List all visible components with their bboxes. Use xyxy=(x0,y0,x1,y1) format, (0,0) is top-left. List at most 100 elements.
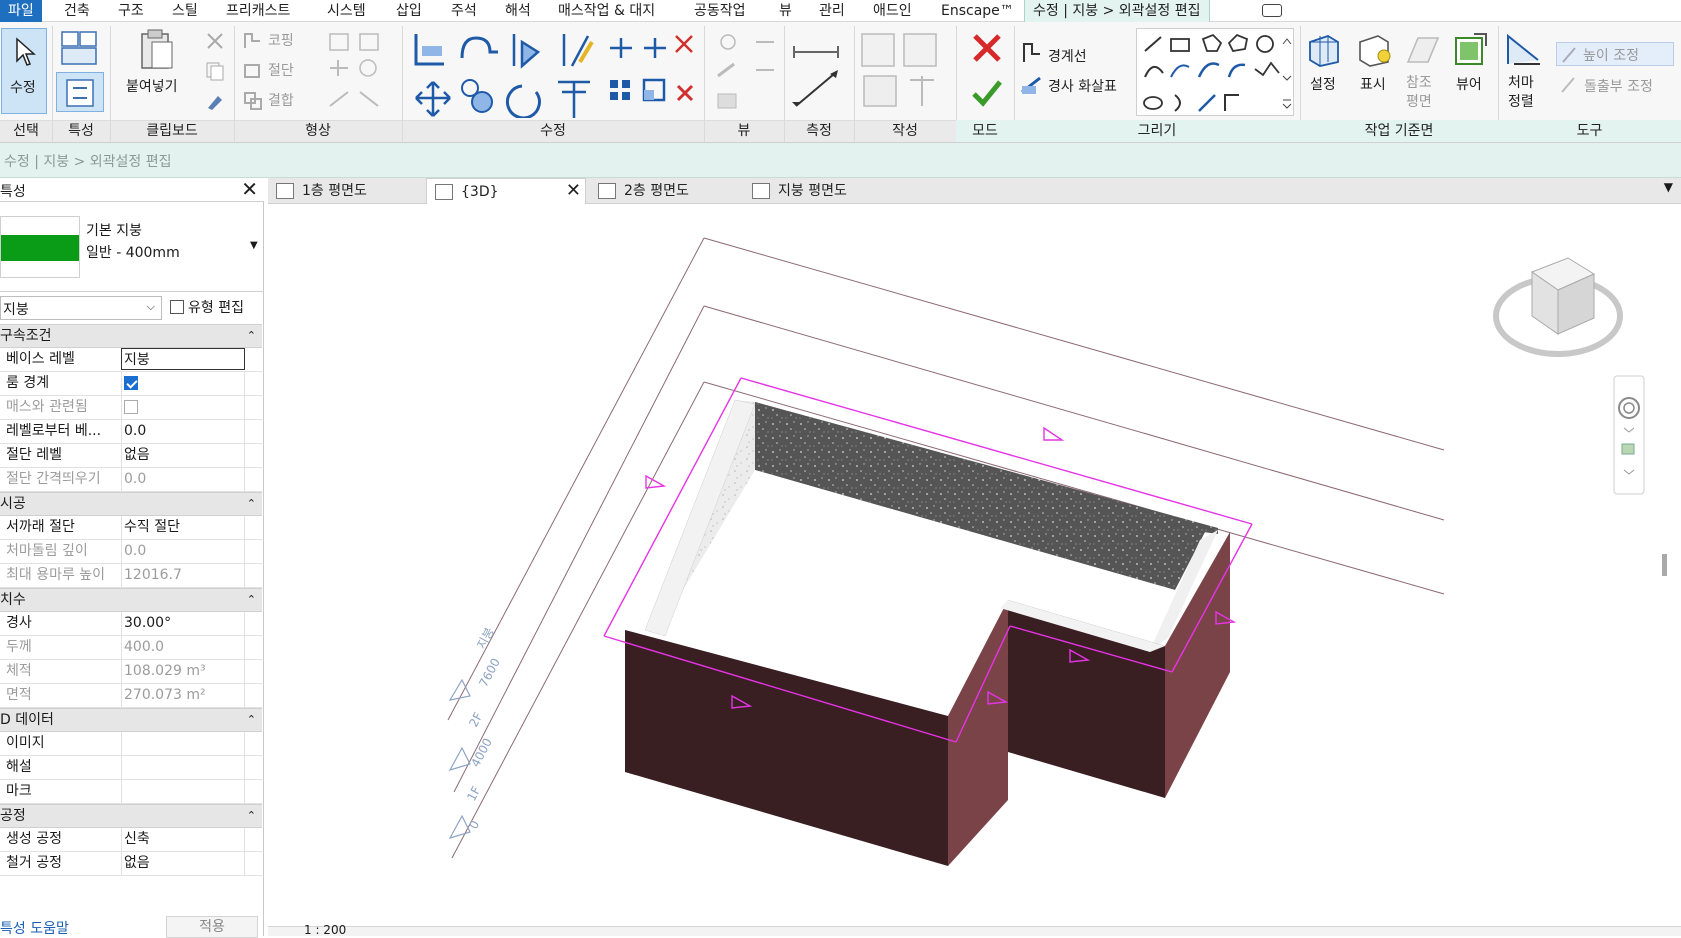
create-tools-icon xyxy=(861,33,937,107)
panel-label-view: 뷰 xyxy=(737,123,751,139)
properties-help-link[interactable]: 특성 도움말 xyxy=(0,918,69,938)
property-value[interactable]: 지붕 xyxy=(121,348,245,370)
slope-arrow-label[interactable]: 경사 화살표 xyxy=(1048,76,1117,96)
x-icon[interactable] xyxy=(970,32,1004,64)
menu-tab-7[interactable]: 주석 xyxy=(451,0,477,22)
property-checkbox-cell[interactable] xyxy=(121,372,245,395)
properties-icon[interactable] xyxy=(58,28,102,68)
property-value[interactable] xyxy=(121,780,245,803)
check-icon[interactable] xyxy=(970,78,1004,108)
checkbox[interactable] xyxy=(124,376,138,390)
menu-tab-0[interactable]: 파일 xyxy=(0,0,42,22)
view-scale[interactable]: 1 : 200 xyxy=(304,923,346,937)
3d-viewport[interactable]: 지붕 7600 2F 4000 1F 0 xyxy=(268,204,1681,926)
property-row: 해설 xyxy=(0,756,262,780)
cut-icon[interactable] xyxy=(204,30,226,52)
property-value[interactable] xyxy=(121,756,245,779)
show-label[interactable]: 표시 xyxy=(1360,74,1386,94)
tab-list-chevron-icon[interactable]: ▼ xyxy=(1664,180,1673,194)
gallery-scroll-icon[interactable] xyxy=(1280,30,1294,114)
align-eave-label[interactable]: 처마 정렬 xyxy=(1508,74,1540,112)
collapse-icon[interactable]: ⌃ xyxy=(247,709,256,731)
collapse-icon[interactable]: ⌃ xyxy=(247,589,256,611)
screen-icon[interactable] xyxy=(1262,4,1282,17)
property-value[interactable]: 0.0 xyxy=(121,420,245,443)
menu-tab-14[interactable]: Enscape™ xyxy=(941,0,1014,22)
property-row: 절단 레벨 없음 xyxy=(0,444,262,468)
menu-tab-3[interactable]: 스틸 xyxy=(172,0,198,22)
property-group-header[interactable]: 치수 ⌃ xyxy=(0,588,262,612)
show-workplane-icon[interactable] xyxy=(1356,32,1392,68)
ref-plane-label: 참조 평면 xyxy=(1406,75,1432,110)
menu-tab-9[interactable]: 매스작업 & 대지 xyxy=(558,0,655,22)
paste-icon[interactable] xyxy=(136,28,176,72)
menu-tab-5[interactable]: 시스템 xyxy=(327,0,366,22)
edit-type-icon xyxy=(170,300,184,314)
view-tab-1[interactable]: {3D} ✕ xyxy=(426,178,586,204)
edit-type-button[interactable]: 유형 편집 xyxy=(168,296,262,320)
draw-shapes-gallery[interactable] xyxy=(1136,28,1294,116)
panel-label-measure: 측정 xyxy=(806,123,832,139)
navigation-bar[interactable] xyxy=(1613,375,1645,495)
set-workplane-icon[interactable] xyxy=(1306,32,1342,68)
close-icon[interactable]: ✕ xyxy=(241,177,258,201)
menu-tab-4[interactable]: 프리캐스트 xyxy=(226,0,290,22)
property-value[interactable] xyxy=(121,732,245,755)
set-label[interactable]: 설정 xyxy=(1310,74,1336,94)
menu-tab-2[interactable]: 구조 xyxy=(118,0,144,22)
modify-tools-icon[interactable] xyxy=(410,28,700,118)
menu-tab-8[interactable]: 해석 xyxy=(505,0,531,22)
match-properties-icon[interactable] xyxy=(204,90,226,112)
measure-icon[interactable] xyxy=(790,32,848,112)
type-properties-button[interactable] xyxy=(56,72,104,112)
copy-icon[interactable] xyxy=(204,60,226,82)
property-value[interactable]: 신축 xyxy=(121,828,245,851)
menu-bar: 파일 건축 구조 스틸 프리캐스트 시스템 삽입 주석 해석 매스작업 & 대지 공동작업 뷰 관리 애드… xyxy=(0,0,1681,22)
viewport-scrollbar[interactable] xyxy=(1660,204,1681,926)
menu-tab-10[interactable]: 공동작업 xyxy=(694,0,746,22)
slope-arrow-icon[interactable] xyxy=(1020,74,1044,96)
panel-label-select[interactable]: 선택 xyxy=(0,120,52,142)
adjust-height-button: 높이 조정 xyxy=(1556,42,1674,66)
property-group-header[interactable]: 구속조건 ⌃ xyxy=(0,324,262,348)
3d-model-canvas[interactable]: 지붕 7600 2F 4000 1F 0 xyxy=(268,204,1681,926)
chevron-down-icon[interactable]: ▼ xyxy=(250,240,258,251)
view-cube[interactable] xyxy=(1493,257,1623,357)
menu-tab-1[interactable]: 건축 xyxy=(64,0,90,22)
property-group-header[interactable]: 시공 ⌃ xyxy=(0,492,262,516)
menu-tab-11[interactable]: 뷰 xyxy=(779,0,792,22)
property-group-header[interactable]: D 데이터 ⌃ xyxy=(0,708,262,732)
adjust-height-icon xyxy=(1562,47,1576,63)
property-value[interactable]: 없음 xyxy=(121,444,245,467)
boundary-line-icon[interactable] xyxy=(1020,40,1042,64)
cube-view-icon xyxy=(435,184,453,200)
view-tab-2[interactable]: 2층 평면도 xyxy=(590,178,740,204)
property-value[interactable]: 없음 xyxy=(121,852,245,875)
align-eave-icon[interactable] xyxy=(1504,30,1544,68)
instance-filter-dropdown[interactable]: 지붕 ⌵ xyxy=(0,296,162,320)
viewer-label[interactable]: 뷰어 xyxy=(1456,74,1482,94)
close-icon[interactable]: ✕ xyxy=(566,178,581,204)
collapse-icon[interactable]: ⌃ xyxy=(247,805,256,827)
type-selector[interactable]: 기본 지붕 일반 - 400mm ▼ xyxy=(0,202,264,292)
property-value[interactable]: 수직 절단 xyxy=(121,516,245,539)
collapse-icon[interactable]: ⌃ xyxy=(247,493,256,515)
view-tab-3[interactable]: 지붕 평면도 xyxy=(744,178,894,204)
menu-tab-6[interactable]: 삽입 xyxy=(396,0,422,22)
boundary-line-label[interactable]: 경계선 xyxy=(1048,46,1087,66)
scrollbar-thumb[interactable] xyxy=(1662,554,1667,576)
menu-tab-12[interactable]: 관리 xyxy=(819,0,845,22)
modify-tool-button[interactable]: 수정 xyxy=(1,28,47,114)
collapse-icon[interactable]: ⌃ xyxy=(247,325,256,347)
property-name: 해설 xyxy=(6,759,32,775)
menu-tab-13[interactable]: 애드인 xyxy=(873,0,912,22)
property-value[interactable]: 30.00° xyxy=(121,612,245,635)
property-name: 처마돌림 깊이 xyxy=(6,543,88,559)
viewer-icon[interactable] xyxy=(1452,30,1490,68)
level-labels: 지붕 7600 2F 4000 1F 0 xyxy=(464,625,503,831)
property-group-header[interactable]: 공정 ⌃ xyxy=(0,804,262,828)
building-model[interactable] xyxy=(625,399,1230,866)
apply-button[interactable]: 적용 xyxy=(166,916,258,938)
view-tab-0[interactable]: 1층 평면도 xyxy=(268,178,418,204)
menu-tab-15[interactable]: 수정 | 지붕 > 외곽설정 편집 xyxy=(1024,0,1210,22)
